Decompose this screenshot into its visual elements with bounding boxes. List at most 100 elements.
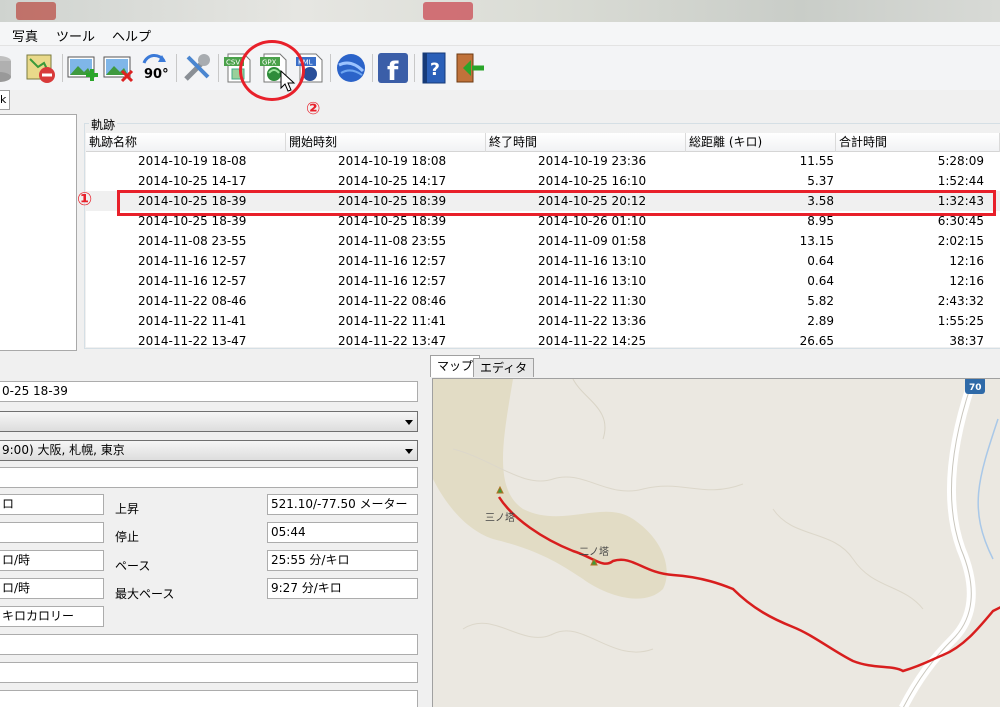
remove-map-button[interactable] bbox=[24, 51, 58, 85]
image-remove-icon bbox=[103, 56, 134, 83]
google-earth-button[interactable] bbox=[334, 51, 368, 85]
toolbar-separator bbox=[218, 54, 219, 82]
duration-field[interactable] bbox=[0, 522, 104, 543]
database-icon bbox=[0, 56, 11, 82]
cell-name: 2014-10-19 18-08 bbox=[138, 154, 247, 168]
table-row[interactable]: 2014-11-08 23-55 2014-11-08 23:55 2014-11-… bbox=[86, 231, 1000, 251]
cell-name: 2014-11-16 12-57 bbox=[138, 254, 247, 268]
cell-start: 2014-11-22 13:47 bbox=[338, 334, 447, 347]
table-row[interactable]: 2014-11-22 13-47 2014-11-22 13:47 2014-11-… bbox=[86, 331, 1000, 347]
svg-text:90°: 90° bbox=[144, 67, 169, 82]
distance-field[interactable]: ロ bbox=[0, 494, 104, 515]
rotate-90-button[interactable]: 90° bbox=[138, 51, 172, 85]
cell-start: 2014-11-16 12:57 bbox=[338, 254, 447, 268]
desktop-icon-fragment bbox=[16, 2, 56, 20]
cell-start: 2014-11-22 11:41 bbox=[338, 314, 447, 328]
cell-start: 2014-11-22 08:46 bbox=[338, 294, 447, 308]
annotation-number-2: ② bbox=[306, 99, 321, 119]
avg-speed-field[interactable]: ロ/時 bbox=[0, 550, 104, 571]
table-row[interactable]: 2014-10-19 18-08 2014-10-19 18:08 2014-10-… bbox=[86, 151, 1000, 171]
table-row[interactable]: 2014-11-16 12-57 2014-11-16 12:57 2014-11-… bbox=[86, 251, 1000, 271]
pace-field[interactable]: 25:55 分/キロ bbox=[267, 550, 418, 571]
cell-total: 12:16 bbox=[949, 274, 984, 288]
cell-name: 2014-11-16 12-57 bbox=[138, 274, 247, 288]
cell-name: 2014-11-22 13-47 bbox=[138, 334, 247, 347]
map-view[interactable]: 三ノ塔 二ノ塔 70 bbox=[432, 378, 1000, 707]
annotation-number-1: ① bbox=[77, 189, 93, 210]
ascent-label: 上昇 bbox=[115, 502, 140, 516]
calories-field[interactable]: キロカロリー bbox=[0, 606, 104, 627]
table-row[interactable]: 2014-11-16 12-57 2014-11-16 12:57 2014-11-… bbox=[86, 271, 1000, 291]
left-tab-fragment[interactable]: k bbox=[0, 90, 10, 110]
help-button[interactable]: ? bbox=[418, 51, 452, 85]
description-field[interactable] bbox=[0, 467, 418, 488]
remove-image-button[interactable] bbox=[102, 51, 136, 85]
table-row[interactable]: 2014-11-22 08-46 2014-11-22 08:46 2014-11-… bbox=[86, 291, 1000, 311]
cell-distance: 13.15 bbox=[799, 234, 834, 248]
notes-field-2[interactable] bbox=[0, 662, 418, 683]
left-list-panel[interactable] bbox=[0, 114, 77, 351]
exit-button[interactable] bbox=[454, 51, 488, 85]
column-header-total[interactable]: 合計時間 bbox=[836, 133, 1000, 152]
desktop-background-strip bbox=[0, 0, 1000, 22]
menu-tools[interactable]: ツール bbox=[56, 26, 95, 45]
ascent-field[interactable]: 521.10/-77.50 メーター bbox=[267, 494, 418, 515]
add-image-button[interactable] bbox=[66, 51, 100, 85]
timezone-select[interactable]: 9:00) 大阪, 札幌, 東京 bbox=[0, 440, 418, 461]
table-row[interactable]: 2014-10-25 14-17 2014-10-25 14:17 2014-10-… bbox=[86, 171, 1000, 191]
column-header-start[interactable]: 開始時刻 bbox=[286, 133, 486, 152]
chevron-down-icon bbox=[405, 420, 413, 425]
toolbar-separator bbox=[372, 54, 373, 82]
cell-name: 2014-11-08 23-55 bbox=[138, 234, 247, 248]
stop-field[interactable]: 05:44 bbox=[267, 522, 418, 543]
table-row[interactable]: 2014-11-22 11-41 2014-11-22 11:41 2014-11-… bbox=[86, 311, 1000, 331]
annotation-selection-box bbox=[117, 190, 996, 216]
cell-end: 2014-10-25 16:10 bbox=[538, 174, 647, 188]
cell-total: 2:02:15 bbox=[937, 234, 984, 248]
desktop-icon-fragment bbox=[423, 2, 473, 20]
tracks-table[interactable]: 軌跡名称 開始時刻 終了時間 総距離 (キロ) 合計時間 2014-10-19 … bbox=[86, 133, 1000, 347]
cell-start: 2014-10-25 14:17 bbox=[338, 174, 447, 188]
menu-photos[interactable]: 写真 bbox=[12, 26, 38, 45]
cell-name: 2014-10-25 14-17 bbox=[138, 174, 247, 188]
menu-help[interactable]: ヘルプ bbox=[112, 26, 151, 45]
cell-total: 5:28:09 bbox=[937, 154, 984, 168]
column-header-name[interactable]: 軌跡名称 bbox=[86, 133, 286, 152]
cell-end: 2014-11-09 01:58 bbox=[538, 234, 647, 248]
max-speed-field[interactable]: ロ/時 bbox=[0, 578, 104, 599]
notes-field-1[interactable] bbox=[0, 634, 418, 655]
toolbar-separator bbox=[62, 54, 63, 82]
cell-distance: 26.65 bbox=[799, 334, 834, 347]
activity-select[interactable] bbox=[0, 411, 418, 432]
tab-editor[interactable]: エディタ bbox=[473, 358, 535, 377]
road-number: 70 bbox=[969, 383, 982, 393]
cell-distance: 11.55 bbox=[799, 154, 834, 168]
tools-icon bbox=[184, 54, 210, 81]
cell-end: 2014-11-16 13:10 bbox=[538, 254, 647, 268]
cell-name: 2014-11-22 08-46 bbox=[138, 294, 247, 308]
max-pace-field[interactable]: 9:27 分/キロ bbox=[267, 578, 418, 599]
column-header-end[interactable]: 終了時間 bbox=[486, 133, 686, 152]
cell-start: 2014-11-16 12:57 bbox=[338, 274, 447, 288]
cell-total: 1:52:44 bbox=[937, 174, 984, 188]
cell-distance: 0.64 bbox=[807, 254, 834, 268]
cell-end: 2014-11-22 11:30 bbox=[538, 294, 647, 308]
db-icon-button[interactable] bbox=[0, 51, 16, 85]
cell-end: 2014-11-22 14:25 bbox=[538, 334, 647, 347]
stop-label: 停止 bbox=[115, 530, 140, 544]
chevron-down-icon bbox=[405, 449, 413, 454]
facebook-button[interactable]: f bbox=[376, 51, 410, 85]
tracks-group-title: 軌跡 bbox=[89, 116, 118, 133]
mouse-cursor-icon bbox=[280, 70, 296, 92]
settings-button[interactable] bbox=[180, 51, 214, 85]
cell-name: 2014-11-22 11-41 bbox=[138, 314, 247, 328]
track-name-field[interactable]: 0-25 18-39 bbox=[0, 381, 418, 402]
column-header-distance[interactable]: 総距離 (キロ) bbox=[686, 133, 836, 152]
toolbar-separator bbox=[330, 54, 331, 82]
svg-text:CSV: CSV bbox=[226, 59, 240, 67]
notes-field-3[interactable] bbox=[0, 690, 418, 707]
toolbar-separator bbox=[414, 54, 415, 82]
cell-total: 38:37 bbox=[949, 334, 984, 347]
cell-end: 2014-11-22 13:36 bbox=[538, 314, 647, 328]
map-label-sannoto: 三ノ塔 bbox=[485, 511, 515, 524]
